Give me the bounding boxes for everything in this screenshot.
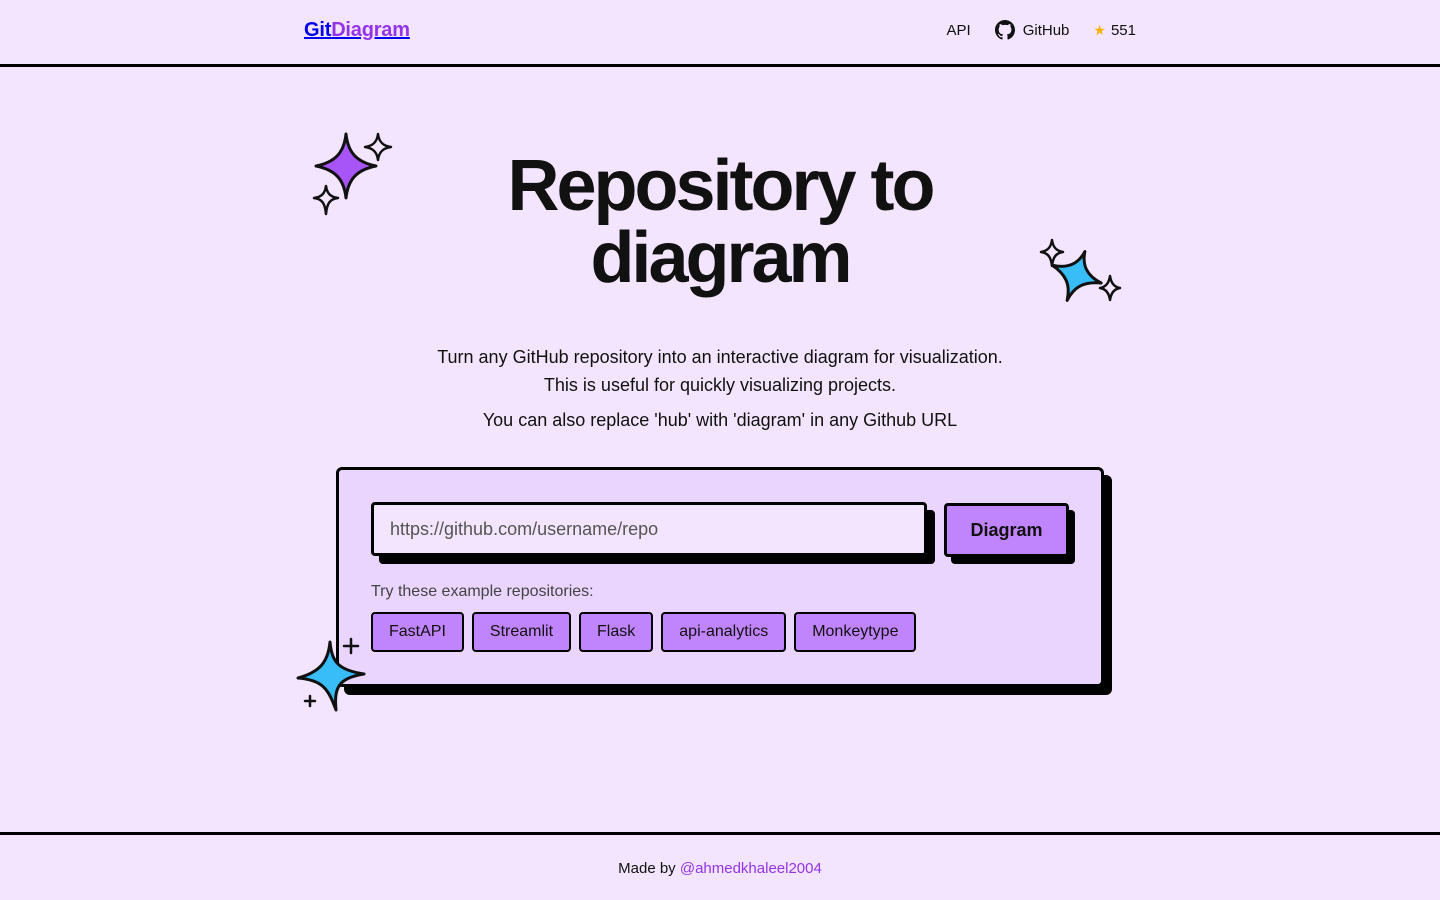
example-repo-button[interactable]: api-analytics <box>661 612 787 652</box>
diagram-button[interactable]: Diagram <box>944 503 1069 557</box>
subtitle-line-1: Turn any GitHub repository into an inter… <box>437 347 1003 367</box>
logo-text-diagram: Diagram <box>331 19 410 41</box>
repo-url-input[interactable] <box>371 502 927 556</box>
title-line-2: diagram <box>590 218 852 298</box>
subtitle-line-2: This is useful for quickly visualizing p… <box>543 375 897 395</box>
subtitle: Turn any GitHub repository into an inter… <box>0 343 1440 399</box>
star-icon: ★ <box>1093 21 1106 38</box>
nav-links: API GitHub ★ 551 <box>947 20 1136 40</box>
example-repo-button[interactable]: Monkeytype <box>794 612 917 652</box>
sparkle-icon <box>296 637 366 712</box>
nav-github-link[interactable]: GitHub <box>994 20 1070 40</box>
example-repo-button[interactable]: Flask <box>579 612 654 652</box>
footer-made-by: Made by <box>618 860 680 877</box>
title-line-1: Repository to <box>507 146 935 226</box>
github-icon <box>994 20 1015 40</box>
nav-api-link[interactable]: API <box>947 22 971 39</box>
author-link[interactable]: @ahmedkhaleel2004 <box>680 860 822 877</box>
footer: Made by @ahmedkhaleel2004 <box>0 832 1440 900</box>
page-title: Repository to diagram <box>0 150 1440 294</box>
examples-label: Try these example repositories: <box>371 583 594 600</box>
example-repo-button[interactable]: Streamlit <box>471 612 572 652</box>
star-count: 551 <box>1110 21 1136 39</box>
example-repo-button[interactable]: FastAPI <box>371 612 464 652</box>
github-stars[interactable]: ★ 551 <box>1093 22 1136 39</box>
nav-github-label: GitHub <box>1022 21 1070 39</box>
url-tip: You can also replace 'hub' with 'diagram… <box>482 410 958 430</box>
logo-text-git: Git <box>304 19 332 41</box>
repo-form-card: Diagram Try these example repositories: … <box>336 467 1104 687</box>
top-nav: GitDiagram API GitHub ★ 551 <box>0 0 1440 67</box>
logo[interactable]: GitDiagram <box>304 19 410 42</box>
example-repos: FastAPI Streamlit Flask api-analytics Mo… <box>371 612 917 652</box>
